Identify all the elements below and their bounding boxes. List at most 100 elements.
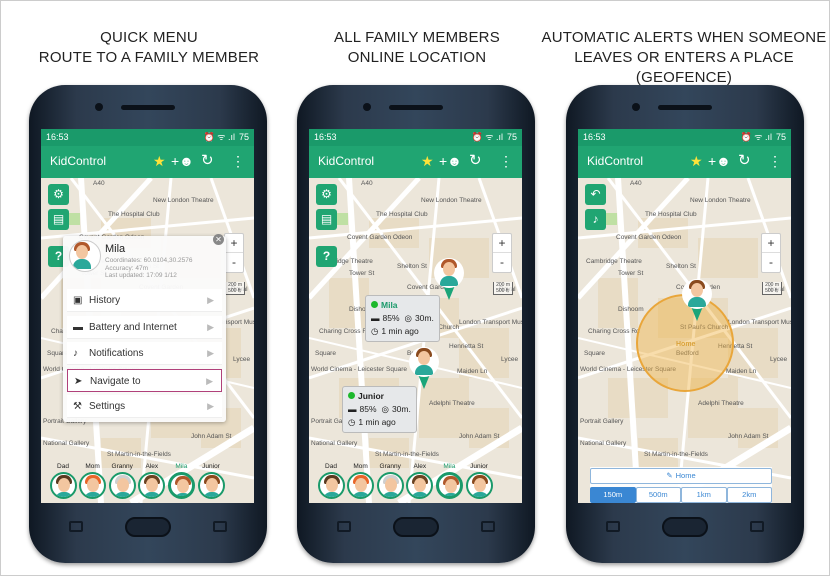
place-name-button[interactable]: ✎ Home xyxy=(590,468,772,484)
back-button[interactable] xyxy=(750,521,764,532)
back-button[interactable] xyxy=(481,521,495,532)
clock-icon: ◷ xyxy=(371,326,379,336)
map-label: London Transport Museum xyxy=(728,319,791,326)
member-location-pin[interactable] xyxy=(682,279,712,323)
battery-level: 75 xyxy=(238,132,249,142)
phone-screen: 16:53 ⏰ ᯤ .ıl 75 KidControl ★ +☻ ↻ ⋮ A40 New Lond… xyxy=(41,129,254,503)
menu-item-label: History xyxy=(89,295,121,306)
member-quick-menu: Mila Coordinates: 60.0104,30.2576 Accuracy… xyxy=(63,234,226,422)
refresh-icon[interactable]: ↻ xyxy=(469,152,482,170)
bell-icon[interactable]: ♪ xyxy=(585,209,606,230)
home-button[interactable] xyxy=(125,517,171,537)
member-avatar[interactable] xyxy=(167,472,195,499)
map-label: The Hospital Club xyxy=(645,211,697,218)
recent-apps-button[interactable] xyxy=(69,521,83,532)
add-person-icon[interactable]: +☻ xyxy=(708,152,731,170)
radius-option-500m[interactable]: 500m xyxy=(635,487,681,503)
pencil-icon: ✎ xyxy=(666,471,673,480)
battery-icon: ▬ xyxy=(348,404,357,414)
title-line: LEAVES OR ENTERS A PLACE (GEOFENCE) xyxy=(574,49,794,86)
zoom-out-button[interactable]: - xyxy=(225,253,243,272)
geofence-panel: ✎Home150m500m1km2km⌫Delete✔Save↶Cancel xyxy=(590,467,772,503)
accuracy-value: 30m. xyxy=(391,404,411,414)
add-person-icon[interactable]: +☻ xyxy=(439,152,462,170)
member-avatar[interactable] xyxy=(406,472,434,499)
settings-gear-icon[interactable]: ⚙ xyxy=(48,184,69,205)
back-arrow-icon[interactable]: ↶ xyxy=(585,184,606,205)
status-time: 16:53 xyxy=(583,132,606,142)
map-label: Square xyxy=(315,350,336,357)
map-label: New London Theatre xyxy=(421,197,482,204)
member-avatar[interactable] xyxy=(108,472,136,499)
map-label: John Adam St xyxy=(191,433,232,440)
zoom-in-button[interactable]: + xyxy=(225,234,243,253)
map-view[interactable]: A40 New London Theatre The Hospital Club Co… xyxy=(578,178,791,503)
chat-icon[interactable]: ▤ xyxy=(48,209,69,230)
member-avatar[interactable] xyxy=(465,472,493,499)
home-button[interactable] xyxy=(662,517,708,537)
map-view[interactable]: A40 New London Theatre The Hospital Club Co… xyxy=(309,178,522,503)
member-info-callout[interactable]: Junior ▬ 85% ◎ 30m. ◷ 1 min ago xyxy=(342,386,417,433)
zoom-control: + - xyxy=(761,233,781,273)
member-avatar[interactable] xyxy=(138,472,166,499)
menu-item-notifications[interactable]: ♪ Notifications ▶ xyxy=(67,342,222,365)
refresh-icon[interactable]: ↻ xyxy=(738,152,751,170)
member-avatar[interactable] xyxy=(347,472,375,499)
map-view[interactable]: A40 New London Theatre The Hospital Club Co… xyxy=(41,178,254,503)
radius-option-2km[interactable]: 2km xyxy=(726,487,772,503)
chat-icon[interactable]: ▤ xyxy=(316,209,337,230)
settings-gear-icon[interactable]: ⚙ xyxy=(316,184,337,205)
member-avatar[interactable] xyxy=(376,472,404,499)
face xyxy=(443,262,455,276)
more-vert-icon[interactable]: ⋮ xyxy=(499,152,513,170)
zoom-in-button[interactable]: + xyxy=(762,234,780,253)
zoom-in-button[interactable]: + xyxy=(493,234,511,253)
body xyxy=(352,492,371,497)
back-button[interactable] xyxy=(213,521,227,532)
recent-apps-button[interactable] xyxy=(337,521,351,532)
star-icon[interactable]: ★ xyxy=(690,152,703,170)
callout-name-row: Junior xyxy=(348,390,411,403)
map-label: Dishoom xyxy=(618,306,644,313)
phone-screen: 16:53 ⏰ ᯤ .ıl 75 KidControl ★ +☻ ↻ ⋮ A40 New Lond… xyxy=(309,129,522,503)
menu-item-settings[interactable]: ⚒ Settings ▶ xyxy=(67,395,222,418)
member-avatar[interactable] xyxy=(49,472,77,499)
map-label: Charing Cross Rd xyxy=(588,328,640,335)
scale-imperial: 500 ft xyxy=(228,288,241,294)
map-label: John Adam St xyxy=(459,433,500,440)
refresh-icon[interactable]: ↻ xyxy=(201,152,214,170)
geofence-place-label: Home xyxy=(676,341,696,348)
member-avatar[interactable] xyxy=(79,472,107,499)
menu-item-navigate-to[interactable]: ➤ Navigate to ▶ xyxy=(67,368,222,392)
zoom-out-button[interactable]: - xyxy=(762,253,780,272)
map-label: Portrait Gallery xyxy=(580,418,624,425)
member-info-callout[interactable]: Mila ▬ 85% ◎ 30m. ◷ 1 min ago xyxy=(365,295,440,342)
member-avatar[interactable] xyxy=(435,472,463,499)
menu-item-battery-and-internet[interactable]: ▬ Battery and Internet ▶ xyxy=(67,315,222,339)
member-location-pin[interactable] xyxy=(409,347,439,391)
map-label: Tower St xyxy=(618,270,644,277)
more-vert-icon[interactable]: ⋮ xyxy=(231,152,245,170)
recent-apps-button[interactable] xyxy=(606,521,620,532)
last-seen: 1 min ago xyxy=(358,417,396,427)
radius-option-150m[interactable]: 150m xyxy=(590,487,636,503)
member-avatar xyxy=(69,240,101,272)
family-members-bar: Dad Mom Granny Alex Mila Junior xyxy=(41,463,254,503)
member-avatar[interactable] xyxy=(317,472,345,499)
star-icon[interactable]: ★ xyxy=(153,152,166,170)
place-name: Home xyxy=(675,471,696,480)
menu-item-history[interactable]: ▣ History ▶ xyxy=(67,289,222,312)
gps-accuracy-icon: ◎ xyxy=(381,404,389,414)
add-person-icon[interactable]: +☻ xyxy=(171,152,194,170)
radius-option-1km[interactable]: 1km xyxy=(681,487,727,503)
last-seen: 1 min ago xyxy=(381,326,419,336)
close-icon[interactable]: ✕ xyxy=(213,234,224,245)
more-vert-icon[interactable]: ⋮ xyxy=(768,152,782,170)
help-icon[interactable]: ? xyxy=(316,246,337,267)
body xyxy=(173,493,192,496)
home-button[interactable] xyxy=(393,517,439,537)
scale-imperial: 500 ft xyxy=(496,288,509,294)
zoom-out-button[interactable]: - xyxy=(493,253,511,272)
member-avatar[interactable] xyxy=(197,472,225,499)
star-icon[interactable]: ★ xyxy=(421,152,434,170)
